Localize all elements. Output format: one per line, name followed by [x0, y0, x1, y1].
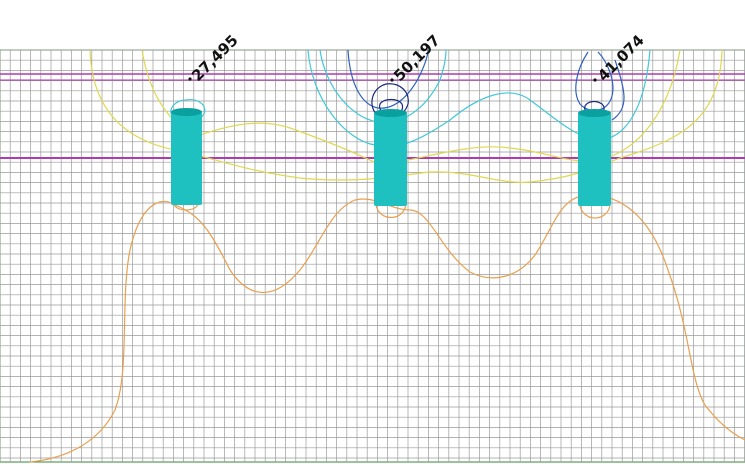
well-label-dot — [390, 78, 394, 82]
grid-border — [0, 49, 745, 463]
well-top — [374, 109, 407, 117]
well-body — [374, 113, 407, 206]
well-marker-3[interactable]: 41,074 — [578, 31, 648, 206]
well-body — [171, 112, 202, 205]
wells: 27,495 50,197 41,074 — [171, 31, 648, 206]
well-label-dot — [188, 77, 192, 81]
well-marker-2[interactable]: 50,197 — [374, 31, 444, 206]
grid — [0, 49, 745, 463]
well-body — [578, 113, 611, 206]
well-top — [171, 108, 202, 116]
well-marker-1[interactable]: 27,495 — [171, 31, 242, 205]
well-top — [578, 109, 611, 117]
contour-plot-canvas[interactable]: 27,495 50,197 41,074 — [0, 0, 745, 469]
well-label: 27,495 — [188, 31, 242, 85]
well-label-dot — [593, 78, 597, 82]
contour-ring-3 — [579, 205, 611, 219]
